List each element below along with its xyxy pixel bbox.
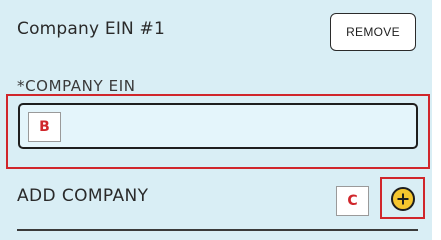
add-company-label: ADD COMPANY: [17, 186, 149, 206]
remove-button[interactable]: REMOVE: [330, 13, 416, 51]
annotation-label-c: C: [336, 186, 369, 216]
section-title: Company EIN #1: [17, 19, 166, 39]
panel-edge: [432, 0, 441, 240]
company-ein-input[interactable]: [18, 103, 418, 149]
section-divider: [17, 229, 418, 231]
company-ein-label: *COMPANY EIN: [17, 77, 136, 95]
add-company-button[interactable]: [391, 187, 415, 211]
plus-circle-icon: [397, 193, 409, 205]
annotation-label-b: B: [28, 112, 61, 142]
